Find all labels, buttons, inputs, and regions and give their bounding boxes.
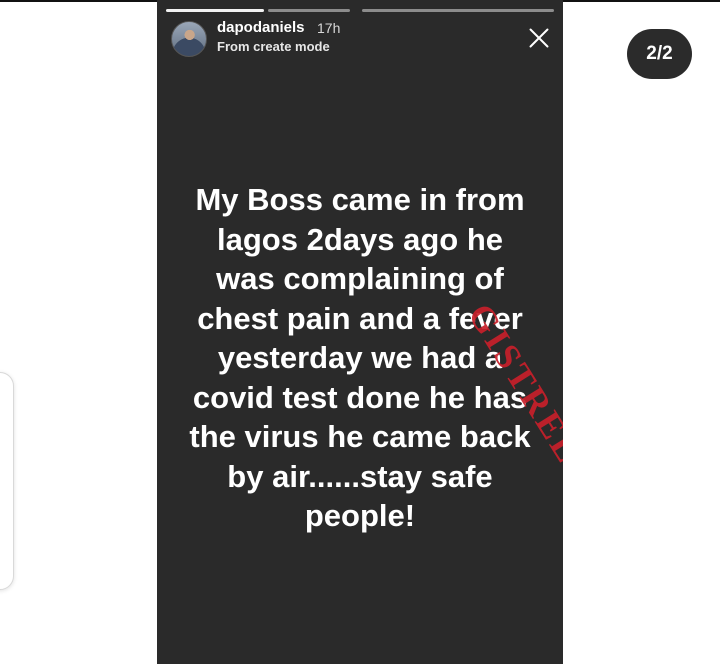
story-username[interactable]: dapodaniels	[217, 19, 305, 36]
side-panel-edge	[0, 372, 14, 590]
story-viewer[interactable]: dapodaniels 17h From create mode My Boss…	[157, 0, 563, 664]
story-progress-segment-3	[362, 9, 554, 12]
page-counter-badge: 2/2	[627, 29, 692, 79]
avatar[interactable]	[171, 21, 207, 57]
story-subtitle: From create mode	[217, 39, 330, 54]
close-icon[interactable]	[528, 27, 550, 49]
story-progress-segment-2	[268, 9, 350, 12]
story-timestamp: 17h	[317, 20, 341, 36]
story-progress-segment-1	[166, 9, 264, 12]
